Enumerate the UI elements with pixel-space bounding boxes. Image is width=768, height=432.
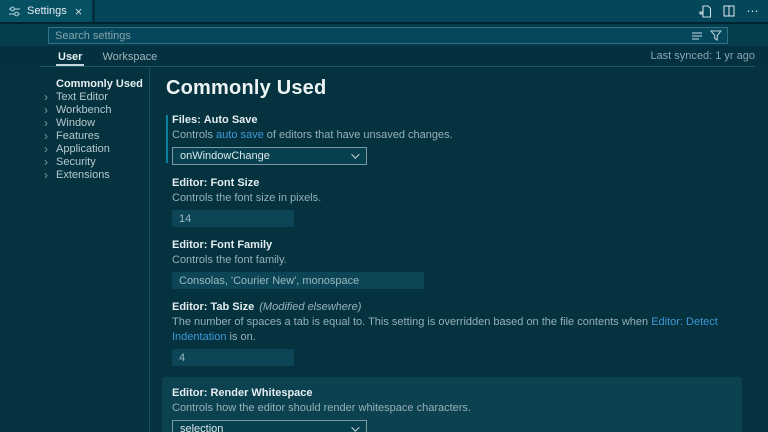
auto-save-link[interactable]: auto save [216, 129, 264, 141]
toc-item-window[interactable]: › Window [0, 116, 149, 129]
tab-bar: Settings × ⋯ [0, 0, 768, 22]
search-input[interactable] [49, 28, 691, 43]
settings-sliders-icon [8, 5, 21, 18]
close-icon[interactable]: × [73, 5, 85, 18]
tab-label: Settings [27, 5, 67, 17]
settings-body: › Commonly Used › Text Editor › Workbenc… [0, 67, 768, 432]
tab-user[interactable]: User [56, 49, 84, 66]
modified-indicator [166, 115, 168, 163]
font-family-input[interactable] [172, 272, 424, 289]
chevron-right-icon: › [44, 143, 56, 155]
toc-item-extensions[interactable]: › Extensions [0, 168, 149, 181]
search-box [48, 27, 728, 44]
toc-item-security[interactable]: › Security [0, 155, 149, 168]
search-header [0, 24, 768, 46]
filter-icon[interactable] [710, 30, 722, 41]
modified-elsewhere-note: (Modified elsewhere) [259, 301, 361, 313]
more-actions-icon[interactable]: ⋯ [745, 3, 761, 19]
setting-editor-tab-size: Editor:Tab Size(Modified elsewhere) The … [166, 300, 738, 366]
toc-item-application[interactable]: › Application [0, 142, 149, 155]
toc-item-features[interactable]: › Features [0, 129, 149, 142]
setting-editor-render-whitespace: Editor:Render Whitespace Controls how th… [162, 377, 742, 432]
tab-workspace[interactable]: Workspace [100, 49, 159, 66]
settings-list: Commonly Used Files:Auto Save Controls a… [150, 67, 768, 432]
chevron-right-icon: › [44, 91, 56, 103]
page-title: Commonly Used [166, 77, 738, 100]
search-actions [691, 30, 727, 41]
chevron-down-icon [351, 150, 359, 158]
sort-lines-icon[interactable] [691, 31, 703, 41]
tab-settings[interactable]: Settings × [0, 0, 92, 22]
setting-editor-font-size: Editor:Font Size Controls the font size … [166, 176, 738, 227]
chevron-right-icon: › [44, 169, 56, 181]
chevron-right-icon: › [44, 130, 56, 142]
open-settings-json-icon[interactable] [697, 3, 713, 19]
chevron-right-icon: › [44, 156, 56, 168]
toc-item-workbench[interactable]: › Workbench [0, 103, 149, 116]
scope-tabs: User Workspace [56, 49, 159, 66]
toc-item-commonly-used[interactable]: › Commonly Used [0, 77, 149, 90]
toc-item-text-editor[interactable]: › Text Editor [0, 90, 149, 103]
setting-editor-font-family: Editor:Font Family Controls the font fam… [166, 238, 738, 289]
setting-files-auto-save: Files:Auto Save Controls auto save of ed… [166, 113, 738, 165]
editor-actions: ⋯ [697, 0, 768, 22]
split-editor-icon[interactable] [721, 3, 737, 19]
last-synced-label: Last synced: 1 yr ago [650, 50, 755, 66]
scope-switcher-row: User Workspace Last synced: 1 yr ago [0, 46, 768, 67]
tab-size-input[interactable] [172, 349, 294, 366]
settings-toc: › Commonly Used › Text Editor › Workbenc… [0, 67, 150, 432]
auto-save-select[interactable]: onWindowChange [172, 147, 367, 165]
chevron-down-icon [351, 423, 359, 431]
settings-window: Settings × ⋯ [0, 0, 768, 432]
chevron-right-icon: › [44, 117, 56, 129]
font-size-input[interactable] [172, 210, 294, 227]
chevron-right-icon: › [44, 104, 56, 116]
render-whitespace-select[interactable]: selection [172, 420, 367, 432]
